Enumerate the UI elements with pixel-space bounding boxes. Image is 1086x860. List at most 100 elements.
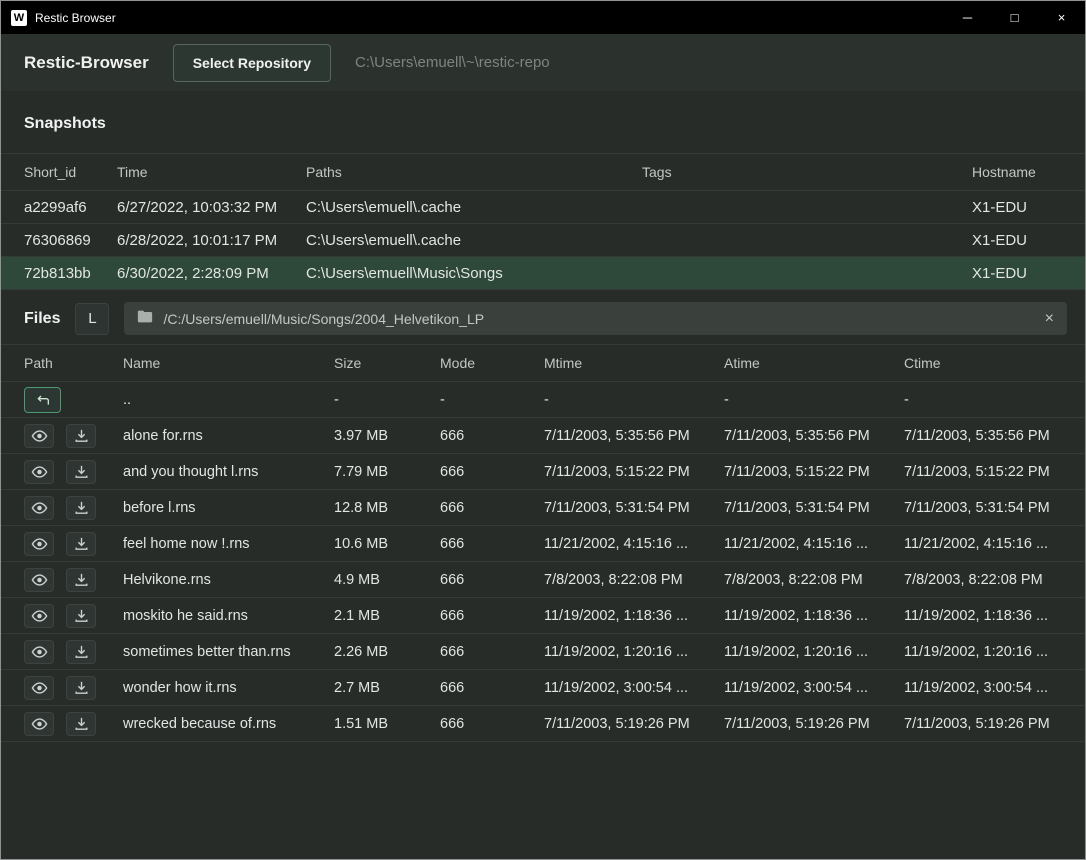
- file-atime: 11/19/2002, 3:00:54 ...: [724, 680, 904, 696]
- download-file-button[interactable]: [66, 568, 96, 592]
- file-row: alone for.rns 3.97 MB 666 7/11/2003, 5:3…: [1, 418, 1085, 454]
- file-name: alone for.rns: [123, 428, 334, 444]
- files-current-path: /C:/Users/emuell/Music/Songs/2004_Helvet…: [163, 311, 1034, 327]
- col-atime: Atime: [724, 355, 904, 371]
- download-file-button[interactable]: [66, 496, 96, 520]
- file-size: -: [334, 392, 440, 408]
- go-up-button[interactable]: [24, 387, 61, 413]
- download-file-button[interactable]: [66, 712, 96, 736]
- preview-file-button[interactable]: [24, 532, 54, 556]
- download-file-button[interactable]: [66, 676, 96, 700]
- clear-path-button[interactable]: ×: [1045, 311, 1054, 327]
- file-row: moskito he said.rns 2.1 MB 666 11/19/200…: [1, 598, 1085, 634]
- snapshot-paths: C:\Users\emuell\.cache: [306, 199, 642, 216]
- file-atime: 7/11/2003, 5:15:22 PM: [724, 464, 904, 480]
- snapshot-short-id: 72b813bb: [24, 265, 117, 282]
- preview-file-button[interactable]: [24, 496, 54, 520]
- download-file-button[interactable]: [66, 604, 96, 628]
- goto-root-button[interactable]: L: [75, 303, 109, 335]
- close-button[interactable]: ×: [1038, 1, 1085, 34]
- file-atime: 7/11/2003, 5:19:26 PM: [724, 716, 904, 732]
- select-repository-button[interactable]: Select Repository: [173, 44, 331, 82]
- file-size: 12.8 MB: [334, 500, 440, 516]
- col-mtime: Mtime: [544, 355, 724, 371]
- file-size: 10.6 MB: [334, 536, 440, 552]
- titlebar: W Restic Browser ─ □ ×: [1, 1, 1085, 34]
- file-mtime: 11/19/2002, 3:00:54 ...: [544, 680, 724, 696]
- file-atime: 11/21/2002, 4:15:16 ...: [724, 536, 904, 552]
- file-ctime: 7/11/2003, 5:31:54 PM: [904, 500, 1062, 516]
- file-name[interactable]: ..: [123, 392, 334, 408]
- file-ctime: -: [904, 392, 1062, 408]
- file-name: and you thought l.rns: [123, 464, 334, 480]
- app-icon: W: [11, 10, 27, 26]
- file-size: 2.7 MB: [334, 680, 440, 696]
- snapshot-row[interactable]: a2299af6 6/27/2022, 10:03:32 PM C:\Users…: [1, 191, 1085, 224]
- file-row: Helvikone.rns 4.9 MB 666 7/8/2003, 8:22:…: [1, 562, 1085, 598]
- file-mode: -: [440, 392, 544, 408]
- col-hostname: Hostname: [972, 164, 1062, 180]
- file-mode: 666: [440, 464, 544, 480]
- file-row: sometimes better than.rns 2.26 MB 666 11…: [1, 634, 1085, 670]
- file-atime: -: [724, 392, 904, 408]
- file-atime: 11/19/2002, 1:18:36 ...: [724, 608, 904, 624]
- file-size: 4.9 MB: [334, 572, 440, 588]
- file-ctime: 7/8/2003, 8:22:08 PM: [904, 572, 1062, 588]
- file-mtime: 11/19/2002, 1:18:36 ...: [544, 608, 724, 624]
- snapshot-row-selected[interactable]: 72b813bb 6/30/2022, 2:28:09 PM C:\Users\…: [1, 257, 1085, 290]
- col-short-id: Short_id: [24, 164, 117, 180]
- snapshot-hostname: X1-EDU: [972, 199, 1062, 216]
- preview-file-button[interactable]: [24, 460, 54, 484]
- preview-file-button[interactable]: [24, 640, 54, 664]
- file-mode: 666: [440, 572, 544, 588]
- files-bar: Files L /C:/Users/emuell/Music/Songs/200…: [1, 290, 1085, 344]
- snapshot-time: 6/30/2022, 2:28:09 PM: [117, 265, 306, 282]
- file-atime: 7/11/2003, 5:35:56 PM: [724, 428, 904, 444]
- file-mtime: -: [544, 392, 724, 408]
- file-atime: 7/8/2003, 8:22:08 PM: [724, 572, 904, 588]
- file-mode: 666: [440, 428, 544, 444]
- preview-file-button[interactable]: [24, 568, 54, 592]
- snapshot-hostname: X1-EDU: [972, 265, 1062, 282]
- files-path-bar[interactable]: /C:/Users/emuell/Music/Songs/2004_Helvet…: [124, 302, 1067, 335]
- preview-file-button[interactable]: [24, 676, 54, 700]
- file-mtime: 7/8/2003, 8:22:08 PM: [544, 572, 724, 588]
- file-size: 3.97 MB: [334, 428, 440, 444]
- snapshots-header-row: Short_id Time Paths Tags Hostname: [1, 153, 1085, 191]
- snapshot-paths: C:\Users\emuell\.cache: [306, 232, 642, 249]
- download-file-button[interactable]: [66, 640, 96, 664]
- file-name: moskito he said.rns: [123, 608, 334, 624]
- download-file-button[interactable]: [66, 424, 96, 448]
- files-header-row: Path Name Size Mode Mtime Atime Ctime: [1, 344, 1085, 382]
- file-mode: 666: [440, 644, 544, 660]
- maximize-button[interactable]: □: [991, 1, 1038, 34]
- file-ctime: 11/19/2002, 1:20:16 ...: [904, 644, 1062, 660]
- snapshot-time: 6/27/2022, 10:03:32 PM: [117, 199, 306, 216]
- file-size: 2.1 MB: [334, 608, 440, 624]
- preview-file-button[interactable]: [24, 712, 54, 736]
- col-size: Size: [334, 355, 440, 371]
- col-paths: Paths: [306, 164, 642, 180]
- file-name: sometimes better than.rns: [123, 644, 334, 660]
- download-file-button[interactable]: [66, 532, 96, 556]
- file-mtime: 11/19/2002, 1:20:16 ...: [544, 644, 724, 660]
- file-row-parent: .. - - - - -: [1, 382, 1085, 418]
- file-mtime: 11/21/2002, 4:15:16 ...: [544, 536, 724, 552]
- window-controls: ─ □ ×: [944, 1, 1085, 34]
- file-name: wrecked because of.rns: [123, 716, 334, 732]
- file-name: before l.rns: [123, 500, 334, 516]
- minimize-button[interactable]: ─: [944, 1, 991, 34]
- file-mtime: 7/11/2003, 5:15:22 PM: [544, 464, 724, 480]
- folder-icon: [137, 310, 153, 328]
- download-file-button[interactable]: [66, 460, 96, 484]
- file-mode: 666: [440, 500, 544, 516]
- preview-file-button[interactable]: [24, 424, 54, 448]
- snapshot-hostname: X1-EDU: [972, 232, 1062, 249]
- file-mode: 666: [440, 680, 544, 696]
- snapshot-row[interactable]: 76306869 6/28/2022, 10:01:17 PM C:\Users…: [1, 224, 1085, 257]
- preview-file-button[interactable]: [24, 604, 54, 628]
- file-mode: 666: [440, 716, 544, 732]
- repository-path[interactable]: C:\Users\emuell\~\restic-repo: [355, 54, 550, 71]
- snapshot-short-id: a2299af6: [24, 199, 117, 216]
- restic-browser-window: W Restic Browser ─ □ × Restic-Browser Se…: [0, 0, 1086, 860]
